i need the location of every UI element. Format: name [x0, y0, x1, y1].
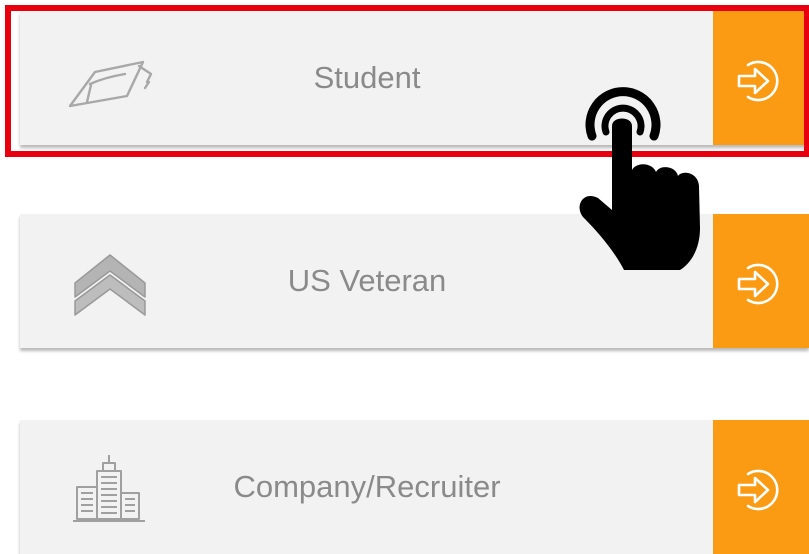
arrow-enter-circle-icon	[737, 263, 779, 305]
option-label-company: Company/Recruiter	[233, 469, 501, 504]
option-card-veteran[interactable]: US Veteran	[20, 214, 809, 348]
option-label-veteran: US Veteran	[287, 263, 447, 298]
option-label-student: Student	[313, 60, 421, 95]
option-card-student[interactable]: Student	[20, 11, 809, 145]
enter-button-veteran[interactable]	[713, 214, 809, 348]
option-card-company[interactable]: Company/Recruiter	[20, 420, 809, 554]
arrow-enter-circle-icon	[737, 469, 779, 511]
enter-button-company[interactable]	[713, 420, 809, 554]
arrow-enter-circle-icon	[737, 60, 779, 102]
enter-button-student[interactable]	[713, 11, 809, 145]
